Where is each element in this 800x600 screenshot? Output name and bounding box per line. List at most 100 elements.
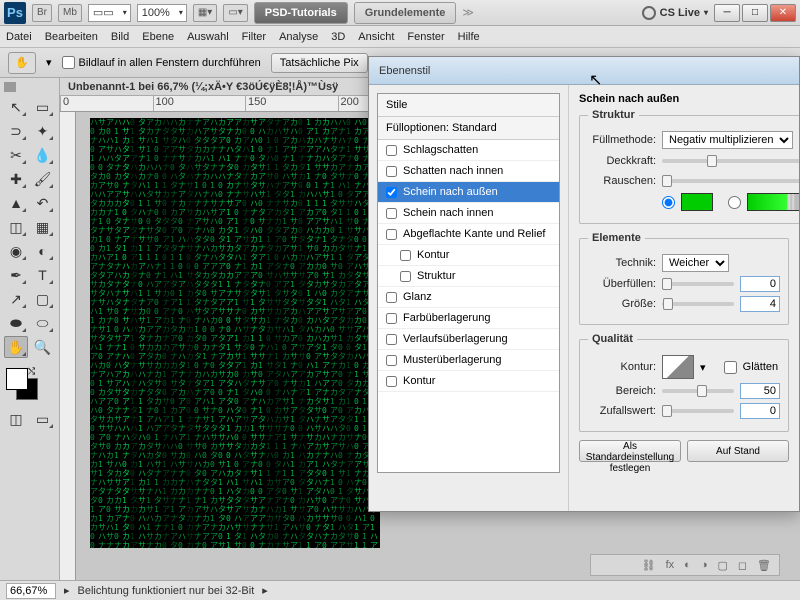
style-checkbox[interactable] <box>386 355 397 366</box>
move-tool[interactable]: ↖ <box>4 96 28 118</box>
shape-tool[interactable]: ▢ <box>31 288 55 310</box>
jitter-input[interactable] <box>740 403 780 419</box>
swap-colors-icon[interactable]: ⤭ <box>28 366 40 378</box>
minibridge-button[interactable]: Mb <box>58 4 82 22</box>
marquee-tool[interactable]: ▭ <box>31 96 55 118</box>
adjustment-icon[interactable]: ◑ <box>701 559 708 571</box>
menu-auswahl[interactable]: Auswahl <box>187 31 229 43</box>
style-checkbox[interactable] <box>386 292 397 303</box>
styles-header[interactable]: Stile <box>378 94 559 117</box>
gradient-radio[interactable] <box>728 196 741 209</box>
menu-hilfe[interactable]: Hilfe <box>458 31 480 43</box>
spread-input[interactable] <box>740 276 780 292</box>
style-item[interactable]: Musterüberlagerung <box>378 350 559 371</box>
view-mode-select[interactable]: ▭▭ <box>88 4 131 22</box>
hand-tool-icon[interactable]: ✋ <box>8 52 36 74</box>
eraser-tool[interactable]: ◫ <box>4 216 28 238</box>
panel-tab[interactable] <box>4 82 16 92</box>
size-input[interactable] <box>740 296 780 312</box>
make-default-button[interactable]: Als Standardeinstellung festlegen <box>579 440 681 462</box>
style-item[interactable]: Schlagschatten <box>378 140 559 161</box>
pen-tool[interactable]: ✒ <box>4 264 28 286</box>
style-item[interactable]: Kontur <box>378 371 559 392</box>
minimize-button[interactable]: ─ <box>714 4 740 22</box>
range-slider[interactable] <box>662 389 734 393</box>
stamp-tool[interactable]: ▲ <box>4 192 28 214</box>
zoom-tool[interactable]: 🔍 <box>31 336 55 358</box>
canvas[interactable]: ハ 0 ナ 0 1 0 タ カ ハ タ カ ナ タ カ 0 カ ア タ サ サ … <box>90 118 380 548</box>
style-item[interactable]: Glanz <box>378 287 559 308</box>
path-tool[interactable]: ↗ <box>4 288 28 310</box>
trash-icon[interactable]: 🗑 <box>757 559 771 572</box>
crop-tool[interactable]: ✂ <box>4 144 28 166</box>
menu-bearbeiten[interactable]: Bearbeiten <box>45 31 98 43</box>
color-radio[interactable] <box>662 196 675 209</box>
mask-icon[interactable]: ◐ <box>684 559 691 571</box>
style-item[interactable]: Struktur <box>378 266 559 287</box>
style-item[interactable]: Schein nach außen <box>378 182 559 203</box>
antialiased-checkbox[interactable] <box>724 361 737 374</box>
style-checkbox[interactable] <box>400 250 411 261</box>
spread-slider[interactable] <box>662 282 734 286</box>
blend-mode-select[interactable]: Negativ multiplizieren <box>662 131 793 149</box>
zoom-select[interactable]: 100% <box>137 4 187 22</box>
screenmode-button[interactable]: ▭ <box>31 408 55 430</box>
bridge-button[interactable]: Br <box>32 4 52 22</box>
menu-analyse[interactable]: Analyse <box>279 31 318 43</box>
arrange-button[interactable]: ▦▾ <box>193 4 217 22</box>
size-slider[interactable] <box>662 302 734 306</box>
heal-tool[interactable]: ✚ <box>4 168 28 190</box>
screen-mode-button[interactable]: ▭▾ <box>223 4 247 22</box>
close-button[interactable]: ✕ <box>770 4 796 22</box>
color-swatch[interactable] <box>681 193 713 211</box>
type-tool[interactable]: T <box>31 264 55 286</box>
style-checkbox[interactable] <box>386 376 397 387</box>
more-workspaces[interactable]: ≫ <box>462 6 474 19</box>
reset-default-button[interactable]: Auf Stand <box>687 440 789 462</box>
gradient-tool[interactable]: ▦ <box>31 216 55 238</box>
style-item[interactable]: Kontur <box>378 245 559 266</box>
style-checkbox[interactable] <box>386 334 397 345</box>
style-checkbox[interactable] <box>386 166 397 177</box>
maximize-button[interactable]: □ <box>742 4 768 22</box>
brush-tool[interactable]: 🖌 <box>31 168 55 190</box>
3d-tool[interactable]: ⬬ <box>4 312 28 334</box>
actual-pixels-button[interactable]: Tatsächliche Pix <box>271 53 368 73</box>
style-item[interactable]: Schein nach innen <box>378 203 559 224</box>
wand-tool[interactable]: ✦ <box>31 120 55 142</box>
new-layer-icon[interactable]: ◻ <box>738 559 747 572</box>
style-checkbox[interactable] <box>386 145 397 156</box>
menu-bild[interactable]: Bild <box>111 31 129 43</box>
menu-3d[interactable]: 3D <box>331 31 345 43</box>
scroll-all-checkbox[interactable]: Bildlauf in allen Fenstern durchführen <box>62 56 261 69</box>
eyedropper-tool[interactable]: 💧 <box>31 144 55 166</box>
hand-tool[interactable]: ✋ <box>4 336 28 358</box>
lasso-tool[interactable]: ⊃ <box>4 120 28 142</box>
fill-options-header[interactable]: Fülloptionen: Standard <box>378 117 559 140</box>
style-item[interactable]: Abgeflachte Kante und Relief <box>378 224 559 245</box>
contour-swatch[interactable] <box>662 355 694 379</box>
style-checkbox[interactable] <box>386 313 397 324</box>
menu-filter[interactable]: Filter <box>242 31 266 43</box>
noise-slider[interactable] <box>662 179 799 183</box>
3d-camera-tool[interactable]: ⬭ <box>31 312 55 334</box>
link-icon[interactable]: ⛓ <box>642 559 656 572</box>
style-item[interactable]: Schatten nach innen <box>378 161 559 182</box>
dialog-title[interactable]: Ebenenstil <box>369 57 799 85</box>
workspace-psd-tutorials[interactable]: PSD-Tutorials <box>254 2 348 24</box>
gradient-swatch[interactable] <box>747 193 799 211</box>
cs-live-button[interactable]: CS Live▾ <box>642 6 708 20</box>
fx-icon[interactable]: fx <box>666 559 675 571</box>
menu-ebene[interactable]: Ebene <box>142 31 174 43</box>
technique-select[interactable]: Weicher <box>662 254 729 272</box>
style-checkbox[interactable] <box>386 208 397 219</box>
menu-datei[interactable]: Datei <box>6 31 32 43</box>
zoom-input[interactable] <box>6 583 56 599</box>
jitter-slider[interactable] <box>662 409 734 413</box>
opacity-slider[interactable] <box>662 159 799 163</box>
style-item[interactable]: Verlaufsüberlagerung <box>378 329 559 350</box>
menu-fenster[interactable]: Fenster <box>407 31 444 43</box>
style-checkbox[interactable] <box>386 229 397 240</box>
range-input[interactable] <box>740 383 780 399</box>
style-checkbox[interactable] <box>386 187 397 198</box>
